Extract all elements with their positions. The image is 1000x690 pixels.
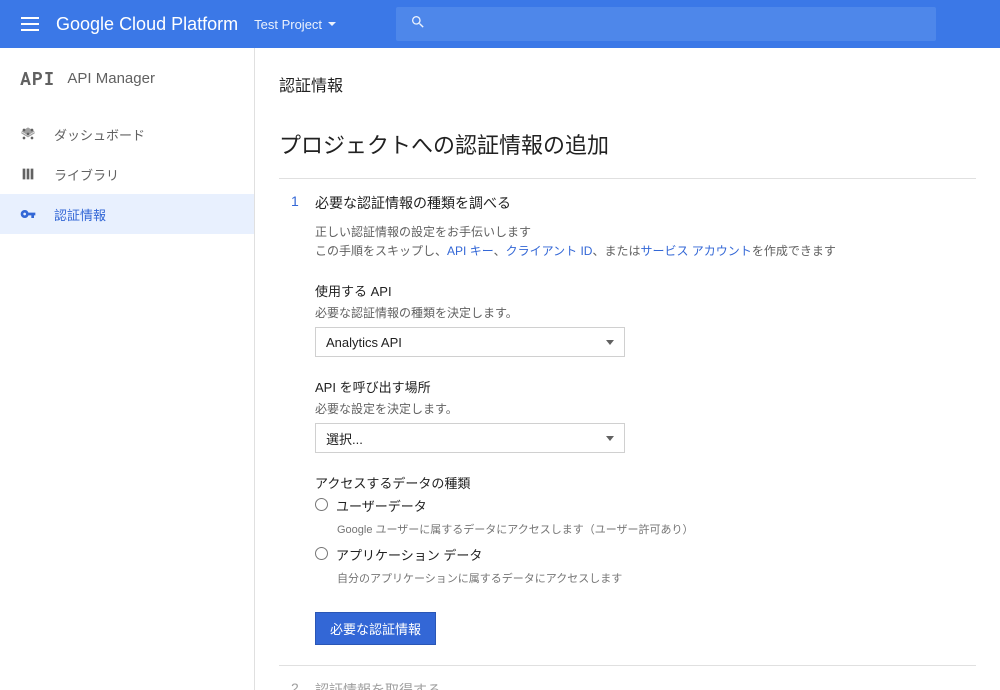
radio-label: ユーザーデータ	[336, 496, 427, 515]
app-header: Google Cloud Platform Test Project	[0, 0, 1000, 48]
radio-app-data[interactable]: アプリケーション データ	[315, 545, 976, 564]
step-2: 2 認証情報を取得する	[279, 666, 976, 690]
link-service-account[interactable]: サービス アカウント	[640, 244, 751, 258]
step-1: 1 必要な認証情報の種類を調べる 正しい認証情報の設定をお手伝いします この手順…	[279, 179, 976, 665]
radio-user-data[interactable]: ユーザーデータ	[315, 496, 976, 515]
step-heading: 必要な認証情報の種類を調べる	[315, 193, 976, 213]
brand-light: Cloud Platform	[119, 14, 238, 34]
sidebar-item-label: ライブラリ	[54, 165, 119, 184]
field-desc: 必要な認証情報の種類を決定します。	[315, 304, 976, 321]
menu-button[interactable]	[12, 6, 48, 42]
api-dropdown[interactable]: Analytics API	[315, 327, 625, 357]
sidebar-title: API Manager	[67, 70, 155, 87]
required-credentials-button[interactable]: 必要な認証情報	[315, 612, 436, 645]
section-title: プロジェクトへの認証情報の追加	[279, 128, 976, 160]
field-desc: 必要な設定を決定します。	[315, 400, 976, 417]
brand-logo[interactable]: Google Cloud Platform	[56, 14, 238, 35]
search-icon	[410, 14, 426, 35]
sidebar-item-label: 認証情報	[54, 205, 106, 224]
project-name: Test Project	[254, 17, 322, 32]
field-label: アクセスするデータの種類	[315, 473, 976, 492]
sidebar-item-library[interactable]: ライブラリ	[0, 154, 254, 194]
key-icon	[20, 206, 36, 222]
field-label: API を呼び出す場所	[315, 377, 976, 396]
sidebar-header: API API Manager	[0, 48, 254, 108]
hamburger-icon	[21, 23, 39, 25]
step-number: 2	[291, 680, 315, 690]
sidebar-item-label: ダッシュボード	[54, 125, 145, 144]
link-api-key[interactable]: API キー	[447, 244, 494, 258]
link-client-id[interactable]: クライアント ID	[506, 244, 593, 258]
radio-desc: Google ユーザーに属するデータにアクセスします（ユーザー許可あり）	[337, 521, 976, 537]
chevron-down-icon	[606, 340, 614, 345]
project-selector[interactable]: Test Project	[254, 17, 336, 32]
chevron-down-icon	[606, 436, 614, 441]
dropdown-value: Analytics API	[326, 335, 402, 350]
main-content: 認証情報 プロジェクトへの認証情報の追加 1 必要な認証情報の種類を調べる 正し…	[255, 48, 1000, 690]
library-icon	[20, 166, 36, 182]
field-where: API を呼び出す場所 必要な設定を決定します。 選択...	[315, 377, 976, 453]
field-api: 使用する API 必要な認証情報の種類を決定します。 Analytics API	[315, 281, 976, 357]
where-dropdown[interactable]: 選択...	[315, 423, 625, 453]
field-data-type: アクセスするデータの種類 ユーザーデータ Google ユーザーに属するデータに…	[315, 473, 976, 586]
sidebar-nav: ダッシュボード ライブラリ 認証情報	[0, 114, 254, 234]
radio-desc: 自分のアプリケーションに属するデータにアクセスします	[337, 570, 976, 586]
search-input[interactable]	[396, 7, 936, 41]
step-number: 1	[291, 193, 315, 645]
radio-label: アプリケーション データ	[336, 545, 482, 564]
step-heading: 認証情報を取得する	[315, 680, 976, 690]
api-logo: API	[20, 66, 55, 90]
brand-strong: Google	[56, 14, 114, 34]
page-title: 認証情報	[279, 72, 976, 96]
help-text: 正しい認証情報の設定をお手伝いします この手順をスキップし、API キー、クライ…	[315, 223, 976, 261]
radio-input[interactable]	[315, 498, 328, 511]
radio-input[interactable]	[315, 547, 328, 560]
sidebar-item-credentials[interactable]: 認証情報	[0, 194, 254, 234]
sidebar: API API Manager ダッシュボード ライブラリ 認証情報	[0, 48, 255, 690]
chevron-down-icon	[328, 22, 336, 26]
dashboard-icon	[20, 126, 36, 142]
field-label: 使用する API	[315, 281, 976, 300]
dropdown-value: 選択...	[326, 429, 363, 448]
sidebar-item-dashboard[interactable]: ダッシュボード	[0, 114, 254, 154]
